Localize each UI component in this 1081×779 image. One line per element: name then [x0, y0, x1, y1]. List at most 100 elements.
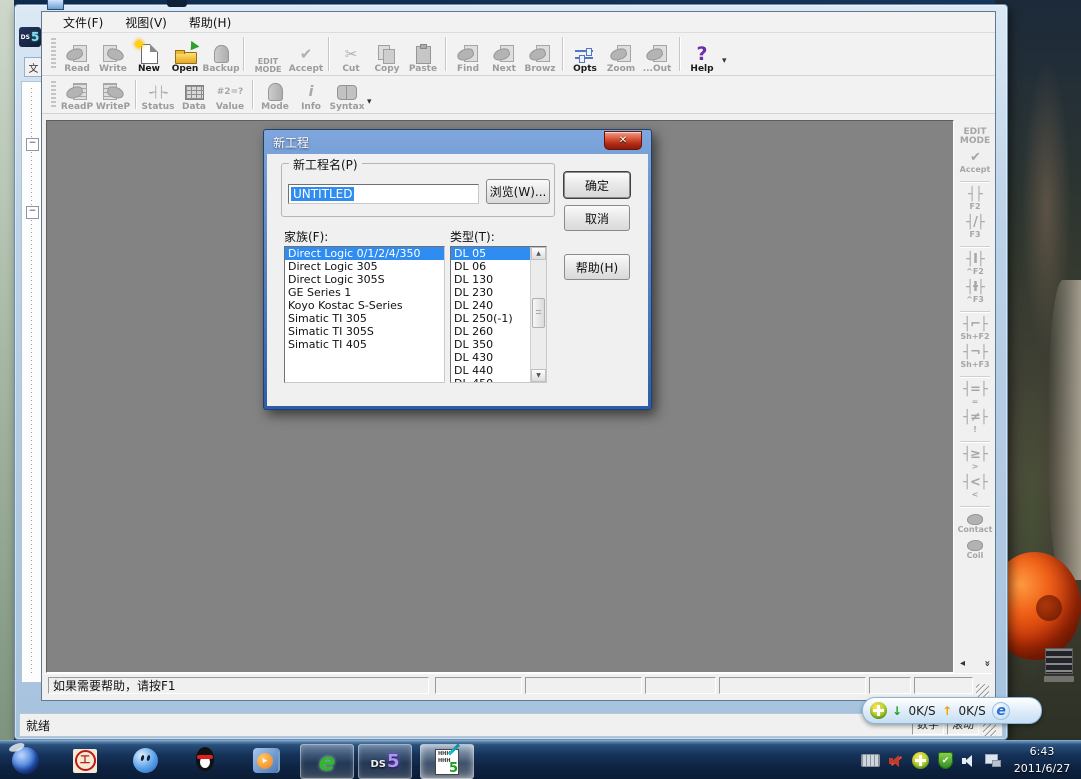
accept-button[interactable]: ✔ Accept [288, 33, 324, 75]
type-list-scrollbar[interactable]: ▲ ▼ [530, 247, 546, 382]
info-button[interactable]: i Info [293, 76, 329, 113]
open-button[interactable]: Open [167, 33, 203, 75]
browse-button[interactable]: 浏览(W)... [486, 179, 550, 204]
edit-mode-button[interactable]: EDIT MODE [248, 33, 288, 75]
write-button[interactable]: Write [95, 33, 131, 75]
taskbar-directsoft[interactable]: DS5 [358, 744, 412, 779]
list-item[interactable]: DL 130 [451, 273, 531, 286]
toolbar-overflow-chevron-icon[interactable]: ▾ [722, 56, 727, 66]
cancel-button[interactable]: 取消 [564, 205, 630, 231]
options-button[interactable]: Opts [567, 33, 603, 75]
collapse-left-icon[interactable]: ◂ [960, 658, 965, 669]
palette-contact-f3[interactable]: ┤/├ F3 [957, 216, 993, 239]
volume-icon[interactable] [962, 755, 976, 767]
family-listbox[interactable]: Direct Logic 0/1/2/4/350 Direct Logic 30… [284, 246, 445, 383]
list-item[interactable]: DL 450 [451, 377, 531, 383]
list-item[interactable]: DL 440 [451, 364, 531, 377]
antivirus-shield-icon[interactable]: ✔ [938, 752, 953, 769]
read-button[interactable]: Read [59, 33, 95, 75]
palette-accept[interactable]: ✔ Accept [957, 151, 993, 174]
taskbar-messenger[interactable] [122, 744, 168, 777]
network-speed-widget[interactable]: ↓ 0K/S ↑ 0K/S e [862, 697, 1042, 724]
palette-browse-contact[interactable]: Contact [957, 513, 993, 534]
palette-edit-mode[interactable]: EDIT MODE [957, 128, 993, 146]
next-button[interactable]: Next [486, 33, 522, 75]
taskbar-icbc[interactable]: 工 [62, 744, 108, 777]
palette-contact-ctrl-f3[interactable]: ┤Ɨ├ ^F3 [957, 281, 993, 304]
taskbar-google-earth[interactable] [2, 744, 48, 777]
list-item[interactable]: DL 430 [451, 351, 531, 364]
backup-button[interactable]: Backup [203, 33, 239, 75]
palette-compare-less[interactable]: ┤<├ < [957, 476, 993, 499]
keyboard-layout-icon[interactable] [861, 754, 880, 767]
list-item[interactable]: DL 250(-1) [451, 312, 531, 325]
list-item[interactable]: Koyo Kostac S-Series [285, 299, 444, 312]
mode-button[interactable]: Mode [257, 76, 293, 113]
scroll-up-icon[interactable]: ▲ [531, 247, 546, 260]
new-button[interactable]: New [131, 33, 167, 75]
tree-collapse-icon[interactable]: − [26, 206, 39, 219]
tree-collapse-icon[interactable]: − [26, 138, 39, 151]
palette-compare-not-equal[interactable]: ┤≠├ ! [957, 411, 993, 434]
paste-button[interactable]: Paste [405, 33, 441, 75]
list-item[interactable]: DL 350 [451, 338, 531, 351]
toolbar-overflow-chevron-icon[interactable]: ▾ [367, 97, 372, 107]
taskbar-qq[interactable] [182, 744, 228, 777]
browse-button[interactable]: Browz [522, 33, 558, 75]
list-item[interactable]: DL 230 [451, 286, 531, 299]
scroll-down-icon[interactable]: ▼ [531, 369, 546, 382]
taskbar-green-browser[interactable]: e [300, 744, 354, 779]
ok-button[interactable]: 确定 [564, 172, 630, 198]
list-item[interactable]: GE Series 1 [285, 286, 444, 299]
menu-view[interactable]: 视图(V) [114, 12, 178, 33]
list-item[interactable]: Simatic TI 305 [285, 312, 444, 325]
project-name-input[interactable]: UNTITLED [288, 184, 479, 204]
resize-grip[interactable] [976, 684, 989, 697]
palette-contact-ctrl-f2[interactable]: ┤I├ ^F2 [957, 253, 993, 276]
type-listbox[interactable]: DL 05 DL 06 DL 130 DL 230 DL 240 DL 250(… [450, 246, 547, 383]
list-item[interactable]: Direct Logic 0/1/2/4/350 [285, 247, 444, 260]
palette-contact-shift-f2[interactable]: ┤⌐├ Sh+F2 [957, 318, 993, 341]
close-button[interactable]: ✕ [604, 131, 642, 150]
list-item[interactable]: DL 05 [451, 247, 531, 260]
zoom-out-button[interactable]: ...Out [639, 33, 675, 75]
collapse-double-chevron-icon[interactable]: » [981, 660, 992, 666]
palette-contact-shift-f3[interactable]: ┤¬├ Sh+F3 [957, 346, 993, 369]
toolbar-drag-handle[interactable] [51, 38, 56, 70]
list-item[interactable]: Simatic TI 405 [285, 338, 444, 351]
zoom-button[interactable]: Zoom [603, 33, 639, 75]
resize-grip[interactable] [983, 723, 996, 736]
list-item[interactable]: DL 240 [451, 299, 531, 312]
menu-help[interactable]: 帮助(H) [178, 12, 242, 33]
list-item[interactable]: DL 260 [451, 325, 531, 338]
read-program-button[interactable]: ReadP [59, 76, 95, 113]
list-item[interactable]: Direct Logic 305S [285, 273, 444, 286]
cut-button[interactable]: ✂ Cut [333, 33, 369, 75]
palette-contact-f2[interactable]: ┤├ F2 [957, 188, 993, 211]
find-button[interactable]: Find [450, 33, 486, 75]
browser-icon[interactable]: e [992, 702, 1010, 720]
list-item[interactable]: Direct Logic 305 [285, 260, 444, 273]
list-item[interactable]: DL 06 [451, 260, 531, 273]
write-program-button[interactable]: WriteP [95, 76, 131, 113]
network-status-icon[interactable] [985, 754, 1001, 767]
change-value-button[interactable]: #2=? Value [212, 76, 248, 113]
palette-browse-coil[interactable]: Coil [957, 539, 993, 560]
syntax-check-button[interactable]: Syntax [329, 76, 365, 113]
scrollbar-thumb[interactable] [532, 298, 545, 328]
taskbar-media-player[interactable]: ▸ [242, 744, 288, 777]
data-view-button[interactable]: Data [176, 76, 212, 113]
help-button[interactable]: ? Help [684, 33, 720, 75]
taskbar-clock[interactable]: 6:43 2011/6/27 [1005, 743, 1079, 777]
taskbar-ladder-editor[interactable]: HHH HHH 5 [420, 744, 474, 779]
palette-compare-greater[interactable]: ┤≥├ > [957, 448, 993, 471]
360-tray-icon[interactable] [912, 752, 929, 769]
dialog-title-bar[interactable]: 新工程 ✕ [264, 130, 651, 154]
desktop-shortcut-icon[interactable] [1042, 648, 1076, 688]
help-button[interactable]: 帮助(H) [564, 254, 630, 280]
list-item[interactable]: Simatic TI 305S [285, 325, 444, 338]
copy-button[interactable]: Copy [369, 33, 405, 75]
palette-compare-equal[interactable]: ┤=├ = [957, 383, 993, 406]
muted-speaker-icon[interactable] [889, 755, 903, 767]
status-button[interactable]: -┤├- Status [140, 76, 176, 113]
